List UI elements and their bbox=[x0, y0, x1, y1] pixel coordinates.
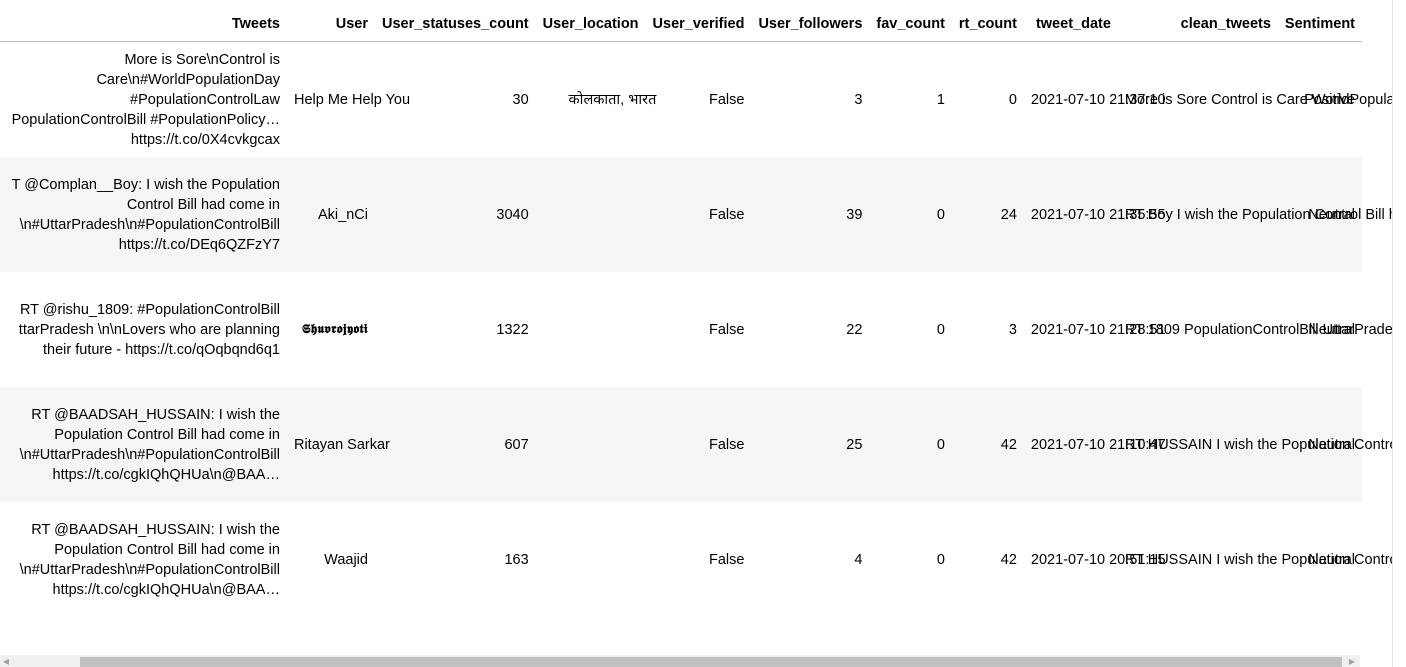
notebook-output-viewport: Tweets User User_statuses_count User_loc… bbox=[0, 0, 1406, 667]
table-body: More is Sore\nControl is Care\n#WorldPop… bbox=[0, 41, 1392, 617]
followers-cell: 4 bbox=[751, 502, 870, 617]
rt-count-cell: 42 bbox=[951, 387, 1024, 502]
clean-tweets-cell: RT Boy I wish the Population Control Bil… bbox=[1117, 157, 1392, 272]
dataframe-table: Tweets User User_statuses_count User_loc… bbox=[0, 0, 1392, 617]
tweet-cell: More is Sore\nControl is Care\n#WorldPop… bbox=[0, 41, 287, 157]
tweet-date-cell: 2021-07-10 21:28:51 bbox=[1023, 272, 1166, 387]
table-row: More is Sore\nControl is Care\n#WorldPop… bbox=[0, 41, 1392, 157]
horizontal-scrollbar[interactable]: ◀ ▶ bbox=[0, 655, 1360, 667]
tweet-cell: RT @BAADSAH_HUSSAIN: I wish the Populati… bbox=[0, 502, 287, 617]
statuses-count-cell: 3040 bbox=[374, 157, 536, 272]
table-row: RT @BAADSAH_HUSSAIN: I wish the Populati… bbox=[0, 502, 1392, 617]
verified-cell: False bbox=[645, 387, 752, 502]
verified-cell: False bbox=[645, 502, 752, 617]
tweet-line: PopulationControlBill #PopulationPolicy… bbox=[11, 111, 280, 128]
column-header-rt-count: rt_count bbox=[951, 0, 1024, 42]
tweet-line: More is Sore\nControl is bbox=[124, 51, 280, 68]
location-cell: कोलकाता, भारत bbox=[535, 41, 656, 157]
tweet-line: \n#UttarPradesh\n#PopulationControlBill bbox=[19, 446, 280, 463]
verified-cell: False bbox=[645, 41, 752, 157]
tweet-line: https://t.co/cgkIQhQHUa\n@BAA… bbox=[52, 466, 280, 483]
verified-cell: False bbox=[645, 272, 752, 387]
scroll-right-icon[interactable]: ▶ bbox=[1346, 656, 1358, 667]
tweet-line: Population Control Bill had come in bbox=[54, 541, 280, 558]
followers-cell: 3 bbox=[751, 41, 870, 157]
dataframe-output[interactable]: Tweets User User_statuses_count User_loc… bbox=[0, 0, 1392, 667]
tweet-cell: RT @rishu_1809: #PopulationControlBill t… bbox=[0, 272, 287, 387]
column-header-fav-count: fav_count bbox=[869, 0, 952, 42]
fav-count-cell: 0 bbox=[869, 387, 952, 502]
fav-count-cell: 0 bbox=[869, 157, 952, 272]
fav-count-cell: 1 bbox=[869, 41, 952, 157]
rt-count-cell: 42 bbox=[951, 502, 1024, 617]
clean-tweets-cell: RT HUSSAIN I wish the Population Control… bbox=[1117, 502, 1392, 617]
tweet-date-cell: 2021-07-10 21:10:47 bbox=[1023, 387, 1166, 502]
statuses-count-cell: 163 bbox=[374, 502, 536, 617]
tweet-line: https://t.co/DEq6QZFzY7 bbox=[118, 236, 280, 253]
fav-count-cell: 0 bbox=[869, 272, 952, 387]
tweet-date-cell: 2021-07-10 20:51:15 bbox=[1023, 502, 1166, 617]
clean-tweets-cell: RT HUSSAIN I wish the Population Control… bbox=[1117, 387, 1392, 502]
location-cell bbox=[535, 272, 646, 387]
verified-cell: False bbox=[645, 157, 752, 272]
output-right-border bbox=[1392, 0, 1393, 667]
column-header-user-verified: User_verified bbox=[645, 0, 752, 42]
tweet-line: \n#UttarPradesh\n#PopulationControlBill bbox=[19, 216, 280, 233]
tweet-line: #PopulationControlLaw bbox=[130, 91, 280, 108]
rt-count-cell: 3 bbox=[951, 272, 1024, 387]
tweet-line: RT @rishu_1809: #PopulationControlBill bbox=[19, 301, 280, 318]
user-cell: Waajid bbox=[286, 502, 375, 617]
tweet-line: T @Complan__Boy: I wish the Population bbox=[11, 176, 280, 193]
statuses-count-cell: 607 bbox=[374, 387, 536, 502]
rt-count-cell: 0 bbox=[951, 41, 1024, 157]
tweet-date-cell: 2021-07-10 21:35:55 bbox=[1023, 157, 1166, 272]
followers-cell: 25 bbox=[751, 387, 870, 502]
table-row: RT @BAADSAH_HUSSAIN: I wish the Populati… bbox=[0, 387, 1392, 502]
column-header-user-location: User_location bbox=[535, 0, 646, 42]
tweet-cell: T @Complan__Boy: I wish the Population C… bbox=[0, 157, 287, 272]
scrollbar-thumb[interactable] bbox=[80, 657, 1342, 667]
table-row: RT @rishu_1809: #PopulationControlBill t… bbox=[0, 272, 1392, 387]
column-header-user-statuses-count: User_statuses_count bbox=[374, 0, 536, 42]
clean-tweets-cell: More is Sore Control is Care WorldPopula… bbox=[1117, 41, 1392, 157]
user-cell: Aki_nCi bbox=[286, 157, 375, 272]
clean-tweets-cell: RT 1809 PopulationControlBill UttarPrade… bbox=[1117, 272, 1392, 387]
column-header-sentiment: Sentiment bbox=[1277, 0, 1362, 42]
column-header-clean-tweets: clean_tweets bbox=[1117, 0, 1278, 42]
tweet-line: https://t.co/cgkIQhQHUa\n@BAA… bbox=[52, 581, 280, 598]
tweet-line: https://t.co/0X4cvkgcax bbox=[130, 131, 280, 148]
fav-count-cell: 0 bbox=[869, 502, 952, 617]
tweet-line: Care\n#WorldPopulationDay bbox=[96, 71, 280, 88]
header-row: Tweets User User_statuses_count User_loc… bbox=[0, 0, 1362, 42]
tweet-line: \n#UttarPradesh\n#PopulationControlBill bbox=[19, 561, 280, 578]
tweet-line: Control Bill had come in bbox=[126, 196, 280, 213]
rt-count-cell: 24 bbox=[951, 157, 1024, 272]
tweet-line: their future - https://t.co/qOqbqnd6q1 bbox=[42, 341, 280, 358]
column-header-user-followers: User_followers bbox=[751, 0, 870, 42]
statuses-count-cell: 1322 bbox=[374, 272, 536, 387]
user-cell: 𝕾𝖍𝖚𝖛𝖗𝖔𝖏𝖞𝖔𝖙𝖎 bbox=[286, 272, 375, 387]
scroll-left-icon[interactable]: ◀ bbox=[0, 656, 12, 667]
user-cell: Ritayan Sarkar bbox=[286, 387, 390, 502]
column-header-tweet-date: tweet_date bbox=[1023, 0, 1118, 42]
tweet-cell: RT @BAADSAH_HUSSAIN: I wish the Populati… bbox=[0, 387, 287, 502]
tweet-line: RT @BAADSAH_HUSSAIN: I wish the bbox=[31, 406, 280, 423]
followers-cell: 22 bbox=[751, 272, 870, 387]
table-row: T @Complan__Boy: I wish the Population C… bbox=[0, 157, 1392, 272]
tweet-line: Population Control Bill had come in bbox=[54, 426, 280, 443]
tweet-line: ttarPradesh \n\nLovers who are planning bbox=[18, 321, 280, 338]
location-cell bbox=[535, 387, 646, 502]
column-header-tweets: Tweets bbox=[0, 0, 287, 42]
location-cell bbox=[535, 157, 646, 272]
followers-cell: 39 bbox=[751, 157, 870, 272]
tweet-date-cell: 2021-07-10 21:37:10 bbox=[1023, 41, 1166, 157]
user-cell: Help Me Help You bbox=[286, 41, 410, 157]
tweet-line: RT @BAADSAH_HUSSAIN: I wish the bbox=[31, 521, 280, 538]
column-header-user: User bbox=[286, 0, 375, 42]
location-cell bbox=[535, 502, 646, 617]
